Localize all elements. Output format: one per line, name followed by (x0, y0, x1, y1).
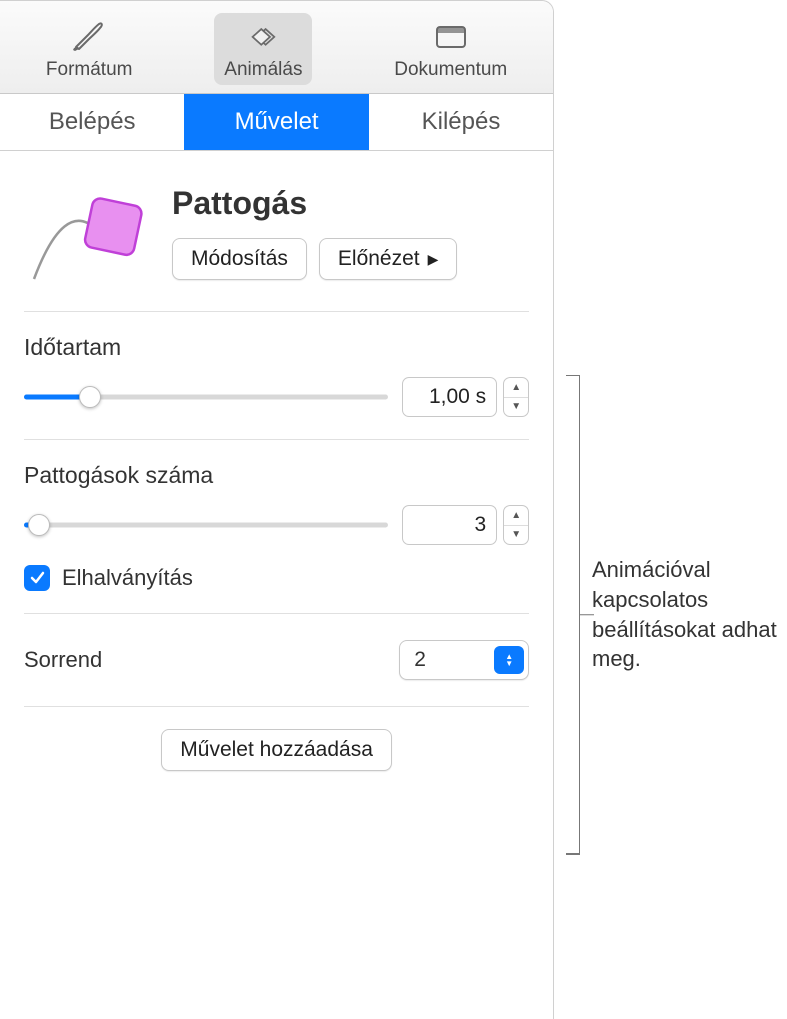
duration-label: Időtartam (24, 334, 529, 361)
order-section: Sorrend 2 ▲▼ (24, 614, 529, 707)
bounces-stepper[interactable]: ▲ ▼ (503, 505, 529, 545)
bounces-input[interactable] (402, 505, 497, 545)
build-in-tab[interactable]: Belépés (0, 94, 184, 150)
duration-slider[interactable] (24, 385, 388, 409)
bounce-preview-icon (24, 179, 154, 289)
effect-header: Pattogás Módosítás Előnézet ▶ (24, 151, 529, 312)
callout-bracket (562, 375, 580, 855)
document-tab[interactable]: Dokumentum (384, 13, 517, 85)
bounces-slider[interactable] (24, 513, 388, 537)
callout-text: Animációval kapcsolatos beállításokat ad… (592, 555, 787, 674)
fade-label: Elhalványítás (62, 565, 193, 591)
add-action-button[interactable]: Művelet hozzáadása (161, 729, 392, 771)
bounces-section: Pattogások száma ▲ ▼ (24, 440, 529, 614)
slide-icon (431, 21, 471, 53)
duration-input[interactable] (402, 377, 497, 417)
animate-tab[interactable]: Animálás (214, 13, 312, 85)
effect-title: Pattogás (172, 185, 529, 222)
checkmark-icon (29, 570, 45, 586)
brush-icon (69, 21, 109, 53)
preview-button[interactable]: Előnézet ▶ (319, 238, 458, 280)
order-label: Sorrend (24, 647, 102, 673)
duration-section: Időtartam ▲ ▼ (24, 312, 529, 440)
top-toolbar: Formátum Animálás Dokumentum (0, 1, 553, 94)
build-out-tab[interactable]: Kilépés (369, 94, 553, 150)
chevron-up-icon: ▲ (504, 506, 528, 526)
diamond-stack-icon (243, 21, 283, 53)
play-icon: ▶ (428, 251, 439, 268)
action-tab[interactable]: Művelet (184, 94, 368, 150)
animate-label: Animálás (224, 59, 302, 81)
document-label: Dokumentum (394, 59, 507, 81)
order-value: 2 (400, 648, 494, 672)
order-select[interactable]: 2 ▲▼ (399, 640, 529, 680)
bounces-label: Pattogások száma (24, 462, 529, 489)
format-tab[interactable]: Formátum (36, 13, 143, 85)
chevron-up-icon: ▲ (504, 378, 528, 398)
chevron-down-icon: ▼ (504, 398, 528, 417)
modify-button[interactable]: Módosítás (172, 238, 307, 280)
format-label: Formátum (46, 59, 133, 81)
inspector-panel: Formátum Animálás Dokumentum Belépés Műv… (0, 0, 554, 1019)
chevron-down-icon: ▼ (504, 526, 528, 545)
updown-icon: ▲▼ (494, 646, 524, 674)
fade-checkbox[interactable] (24, 565, 50, 591)
callout: Animációval kapcsolatos beállításokat ad… (580, 210, 787, 1019)
animation-subtabs: Belépés Művelet Kilépés (0, 94, 553, 151)
duration-stepper[interactable]: ▲ ▼ (503, 377, 529, 417)
